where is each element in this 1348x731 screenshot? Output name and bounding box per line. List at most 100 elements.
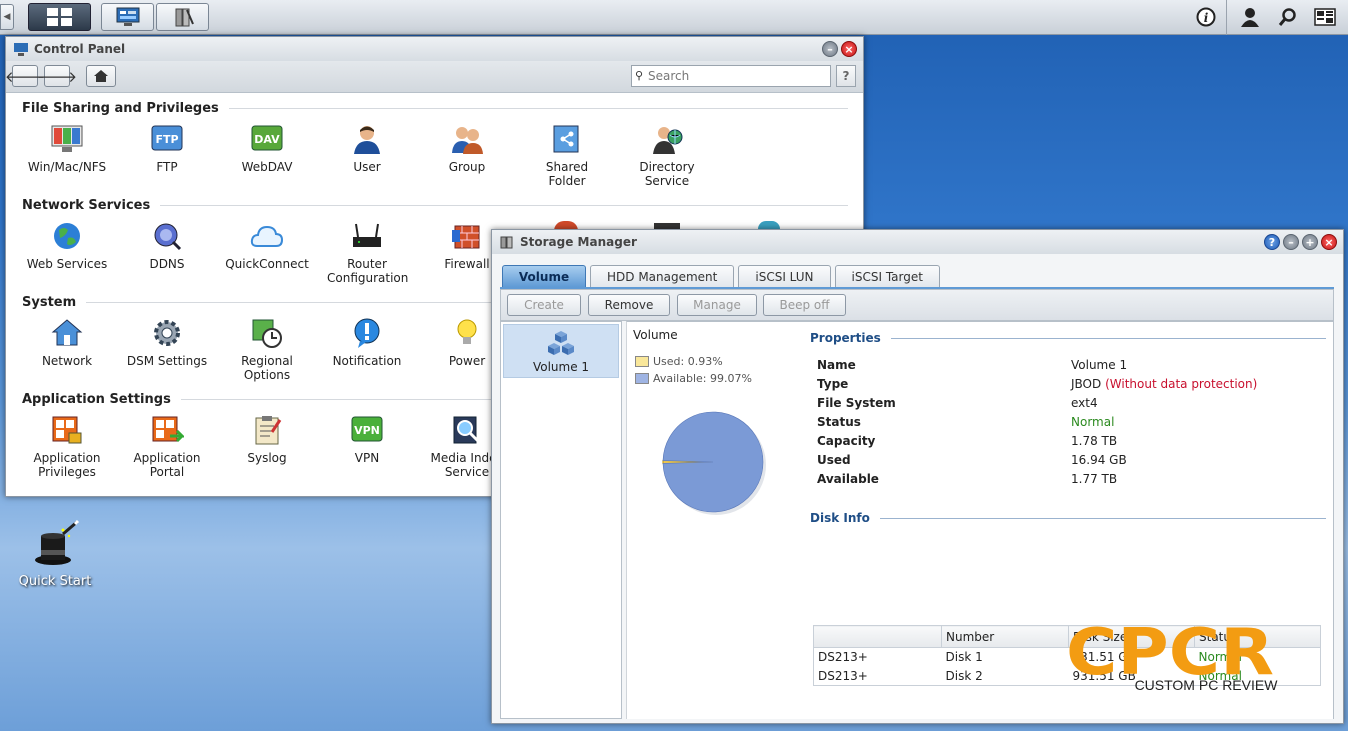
main-menu-button[interactable]	[28, 3, 91, 31]
media-index-icon	[450, 414, 484, 446]
cp-item-ddns[interactable]: DDNS	[117, 220, 217, 271]
cpcr-logo: CPCR CUSTOM PC REVIEW	[1066, 616, 1281, 695]
maximize-button[interactable]: +	[1302, 234, 1318, 250]
control-panel-toolbar: 🡐 🡒 ⚲ Search ?	[5, 61, 863, 93]
cp-item-label: Application Portal	[133, 451, 201, 479]
cp-item-label: Web Services	[26, 257, 108, 271]
col-header-model[interactable]	[813, 625, 942, 648]
search-icon	[1278, 8, 1296, 26]
gear-icon	[150, 317, 184, 349]
close-button[interactable]: ×	[1321, 234, 1337, 250]
cp-item-label: WebDAV	[241, 160, 293, 174]
cp-item-ftp[interactable]: FTP FTP	[117, 123, 217, 174]
taskbar-storage-manager-button[interactable]	[156, 3, 209, 31]
volume-name: Volume 1	[532, 360, 590, 374]
minimize-icon: –	[827, 42, 833, 56]
collapse-tab-button[interactable]: ◀	[0, 4, 14, 30]
monitor-icon	[50, 123, 84, 155]
control-panel-title: Control Panel	[34, 42, 126, 56]
cp-item-label: Directory Service	[639, 160, 695, 188]
cp-item-label: FTP	[156, 160, 178, 174]
search-input[interactable]: ⚲ Search	[631, 65, 831, 87]
cp-item-label: Notification	[332, 354, 402, 368]
cp-item-label: Win/Mac/NFS	[27, 160, 107, 174]
cp-item-notification[interactable]: Notification	[317, 317, 417, 368]
dav-icon: DAV	[250, 123, 284, 155]
prop-name-value: Volume 1	[1071, 358, 1128, 372]
cp-item-user[interactable]: User	[317, 123, 417, 174]
cp-item-application-privileges[interactable]: Application Privileges	[17, 414, 117, 479]
cp-item-directory-service[interactable]: Directory Service	[617, 123, 717, 188]
cloud-icon	[250, 220, 284, 252]
tab-iscsi-lun[interactable]: iSCSI LUN	[738, 265, 831, 287]
info-button[interactable]: i	[1191, 3, 1221, 31]
search-icon: ⚲	[635, 69, 644, 82]
user-icon	[350, 123, 384, 155]
tab-volume[interactable]: Volume	[502, 265, 586, 287]
storage-manager-icon	[175, 8, 194, 27]
widgets-button[interactable]	[1310, 3, 1340, 31]
storage-manager-titlebar[interactable]: Storage Manager ? – + ×	[492, 230, 1343, 254]
minimize-button[interactable]: –	[822, 41, 838, 57]
cp-item-router-configuration[interactable]: Router Configuration	[317, 220, 417, 285]
legend-used-label: Used: 0.93%	[653, 355, 723, 368]
prop-name-key: Name	[817, 358, 856, 372]
manage-button[interactable]: Manage	[677, 294, 757, 316]
back-button[interactable]: 🡐	[5, 65, 45, 87]
volume-cubes-icon	[548, 331, 574, 355]
cp-item-label: Network	[41, 354, 93, 368]
control-panel-icon	[14, 42, 28, 56]
cp-item-win-mac-nfs[interactable]: Win/Mac/NFS	[17, 123, 117, 174]
cp-item-dsm-settings[interactable]: DSM Settings	[117, 317, 217, 368]
minimize-button[interactable]: –	[1283, 234, 1299, 250]
close-icon: ×	[1324, 235, 1334, 249]
cp-item-label: Router Configuration	[327, 257, 409, 285]
tab-iscsi-target[interactable]: iSCSI Target	[834, 265, 940, 287]
search-placeholder: Search	[648, 69, 690, 83]
cp-item-label: Regional Options	[241, 354, 293, 382]
help-button[interactable]: ?	[836, 65, 856, 87]
cp-item-shared-folder[interactable]: Shared Folder	[517, 123, 617, 188]
help-button[interactable]: ?	[1264, 234, 1280, 250]
prop-type-warning: (Without data protection)	[1105, 377, 1258, 391]
svg-text:i: i	[1204, 11, 1209, 25]
cp-item-webdav[interactable]: DAV WebDAV	[217, 123, 317, 174]
syslog-clipboard-icon	[250, 414, 284, 446]
properties-heading-label: Properties	[810, 331, 881, 345]
user-button[interactable]	[1235, 3, 1265, 31]
prop-status-value: Normal	[1071, 415, 1115, 429]
col-header-number[interactable]: Number	[941, 625, 1069, 648]
cp-item-label: Shared Folder	[545, 160, 589, 188]
forward-button[interactable]: 🡒	[37, 65, 77, 87]
beep-off-button[interactable]: Beep off	[763, 294, 846, 316]
disk-model: DS213+	[818, 668, 868, 683]
cp-item-web-services[interactable]: Web Services	[17, 220, 117, 271]
remove-button[interactable]: Remove	[588, 294, 670, 316]
cp-item-syslog[interactable]: Syslog	[217, 414, 317, 465]
directory-service-icon	[650, 123, 684, 155]
volume-list-item[interactable]: Volume 1	[503, 324, 619, 378]
cp-item-quickconnect[interactable]: QuickConnect	[217, 220, 317, 271]
cp-item-network[interactable]: Network	[17, 317, 117, 368]
grid-menu-icon	[46, 8, 72, 26]
magic-hat-icon	[33, 519, 80, 568]
quick-start-label: Quick Start	[18, 574, 92, 589]
help-icon: ?	[1268, 235, 1276, 249]
home-button[interactable]	[86, 65, 116, 87]
tab-hdd-management[interactable]: HDD Management	[590, 265, 735, 287]
prop-used-value: 16.94 GB	[1071, 453, 1127, 467]
partial-icon	[758, 221, 780, 229]
search-button[interactable]	[1273, 3, 1303, 31]
create-button[interactable]: Create	[507, 294, 581, 316]
close-button[interactable]: ×	[841, 41, 857, 57]
cp-item-group[interactable]: Group	[417, 123, 517, 174]
usage-pie-chart	[662, 411, 766, 515]
prop-type-key: Type	[817, 377, 849, 391]
cp-item-vpn[interactable]: VPN VPN	[317, 414, 417, 465]
control-panel-icon	[116, 7, 139, 26]
taskbar-control-panel-button[interactable]	[101, 3, 154, 31]
cp-item-regional-options[interactable]: Regional Options	[217, 317, 317, 382]
quick-start-shortcut[interactable]: Quick Start	[14, 519, 96, 589]
cp-item-application-portal[interactable]: Application Portal	[117, 414, 217, 479]
control-panel-titlebar[interactable]: Control Panel – ×	[6, 37, 863, 61]
